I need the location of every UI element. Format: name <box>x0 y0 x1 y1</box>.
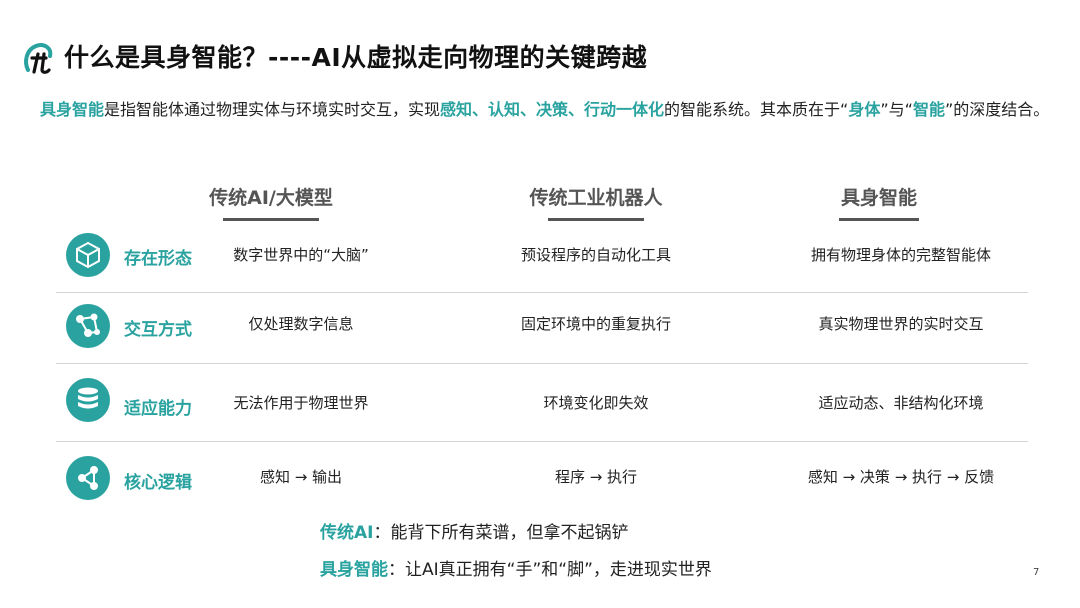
table-row: 存在形态 数字世界中的“大脑” 预设程序的自动化工具 拥有物理身体的完整智能体 <box>56 222 1028 293</box>
column-header-underline <box>548 218 644 221</box>
table-row: 适应能力 无法作用于物理世界 环境变化即失效 适应动态、非结构化环境 <box>56 364 1028 442</box>
table-cell: 数字世界中的“大脑” <box>233 246 369 264</box>
note-label: 传统AI <box>320 523 374 543</box>
table-row: 核心逻辑 感知 → 输出 程序 → 执行 感知 → 决策 → 执行 → 反馈 <box>56 442 1028 512</box>
network-icon <box>66 304 110 348</box>
table-row: 交互方式 仅处理数字信息 固定环境中的重复执行 真实物理世界的实时交互 <box>56 293 1028 364</box>
row-label: 存在形态 <box>124 249 192 269</box>
column-header-underline <box>223 218 319 221</box>
cube-icon <box>66 233 110 277</box>
row-label: 交互方式 <box>124 320 192 340</box>
note-traditional-ai: 传统AI：能背下所有菜谱，但拿不起锅铲 <box>320 518 628 543</box>
intro-text-3: ”与“ <box>880 100 913 119</box>
note-label: 具身智能 <box>320 560 388 580</box>
row-label: 核心逻辑 <box>124 473 192 493</box>
column-header-embodied-ai: 具身智能 <box>818 183 940 221</box>
intro-paragraph: 具身智能是指智能体通过物理实体与环境实时交互，实现感知、认知、决策、行动一体化的… <box>40 94 1050 126</box>
table-cell: 感知 → 决策 → 执行 → 反馈 <box>807 468 995 486</box>
column-header-label: 传统AI/大模型 <box>209 187 333 209</box>
note-text: ：能背下所有菜谱，但拿不起锅铲 <box>373 523 629 543</box>
table-cell: 无法作用于物理世界 <box>233 394 369 412</box>
column-header-traditional-ai: 传统AI/大模型 <box>196 183 346 221</box>
share-nodes-icon <box>66 456 110 500</box>
intro-capabilities: 感知、认知、决策、行动一体化 <box>440 100 665 119</box>
table-cell: 仅处理数字信息 <box>248 315 354 333</box>
intro-term: 具身智能 <box>40 100 105 119</box>
note-embodied-ai: 具身智能：让AI真正拥有“手”和“脚”，走进现实世界 <box>320 555 712 580</box>
column-header-label: 传统工业机器人 <box>529 187 663 209</box>
page-title: 什么是具身智能？----AI从虚拟走向物理的关键跨越 <box>64 43 648 72</box>
intro-text-1: 是指智能体通过物理实体与环境实时交互，实现 <box>104 100 441 119</box>
table-cell: 真实物理世界的实时交互 <box>818 315 984 333</box>
table-cell: 拥有物理身体的完整智能体 <box>810 246 991 264</box>
column-header-label: 具身智能 <box>840 187 917 209</box>
intro-body: 身体 <box>848 100 881 119</box>
table-cell: 程序 → 执行 <box>554 468 638 486</box>
intro-intelligence: 智能 <box>912 100 945 119</box>
table-cell: 预设程序的自动化工具 <box>520 246 671 264</box>
table-cell: 环境变化即失效 <box>543 394 649 412</box>
column-header-industrial-robot: 传统工业机器人 <box>508 183 684 221</box>
intro-text-2: 的智能系统。其本质在于“ <box>664 100 849 119</box>
table-cell: 固定环境中的重复执行 <box>520 315 671 333</box>
table-cell: 感知 → 输出 <box>259 468 343 486</box>
page-number: 7 <box>1033 567 1040 578</box>
column-header-underline <box>839 218 919 221</box>
table-cell: 适应动态、非结构化环境 <box>818 394 984 412</box>
logo-icon <box>24 43 53 74</box>
intro-text-4: ”的深度结合。 <box>944 100 1050 119</box>
database-icon <box>66 378 110 422</box>
row-label: 适应能力 <box>124 399 192 419</box>
note-text: ：让AI真正拥有“手”和“脚”，走进现实世界 <box>388 560 712 580</box>
